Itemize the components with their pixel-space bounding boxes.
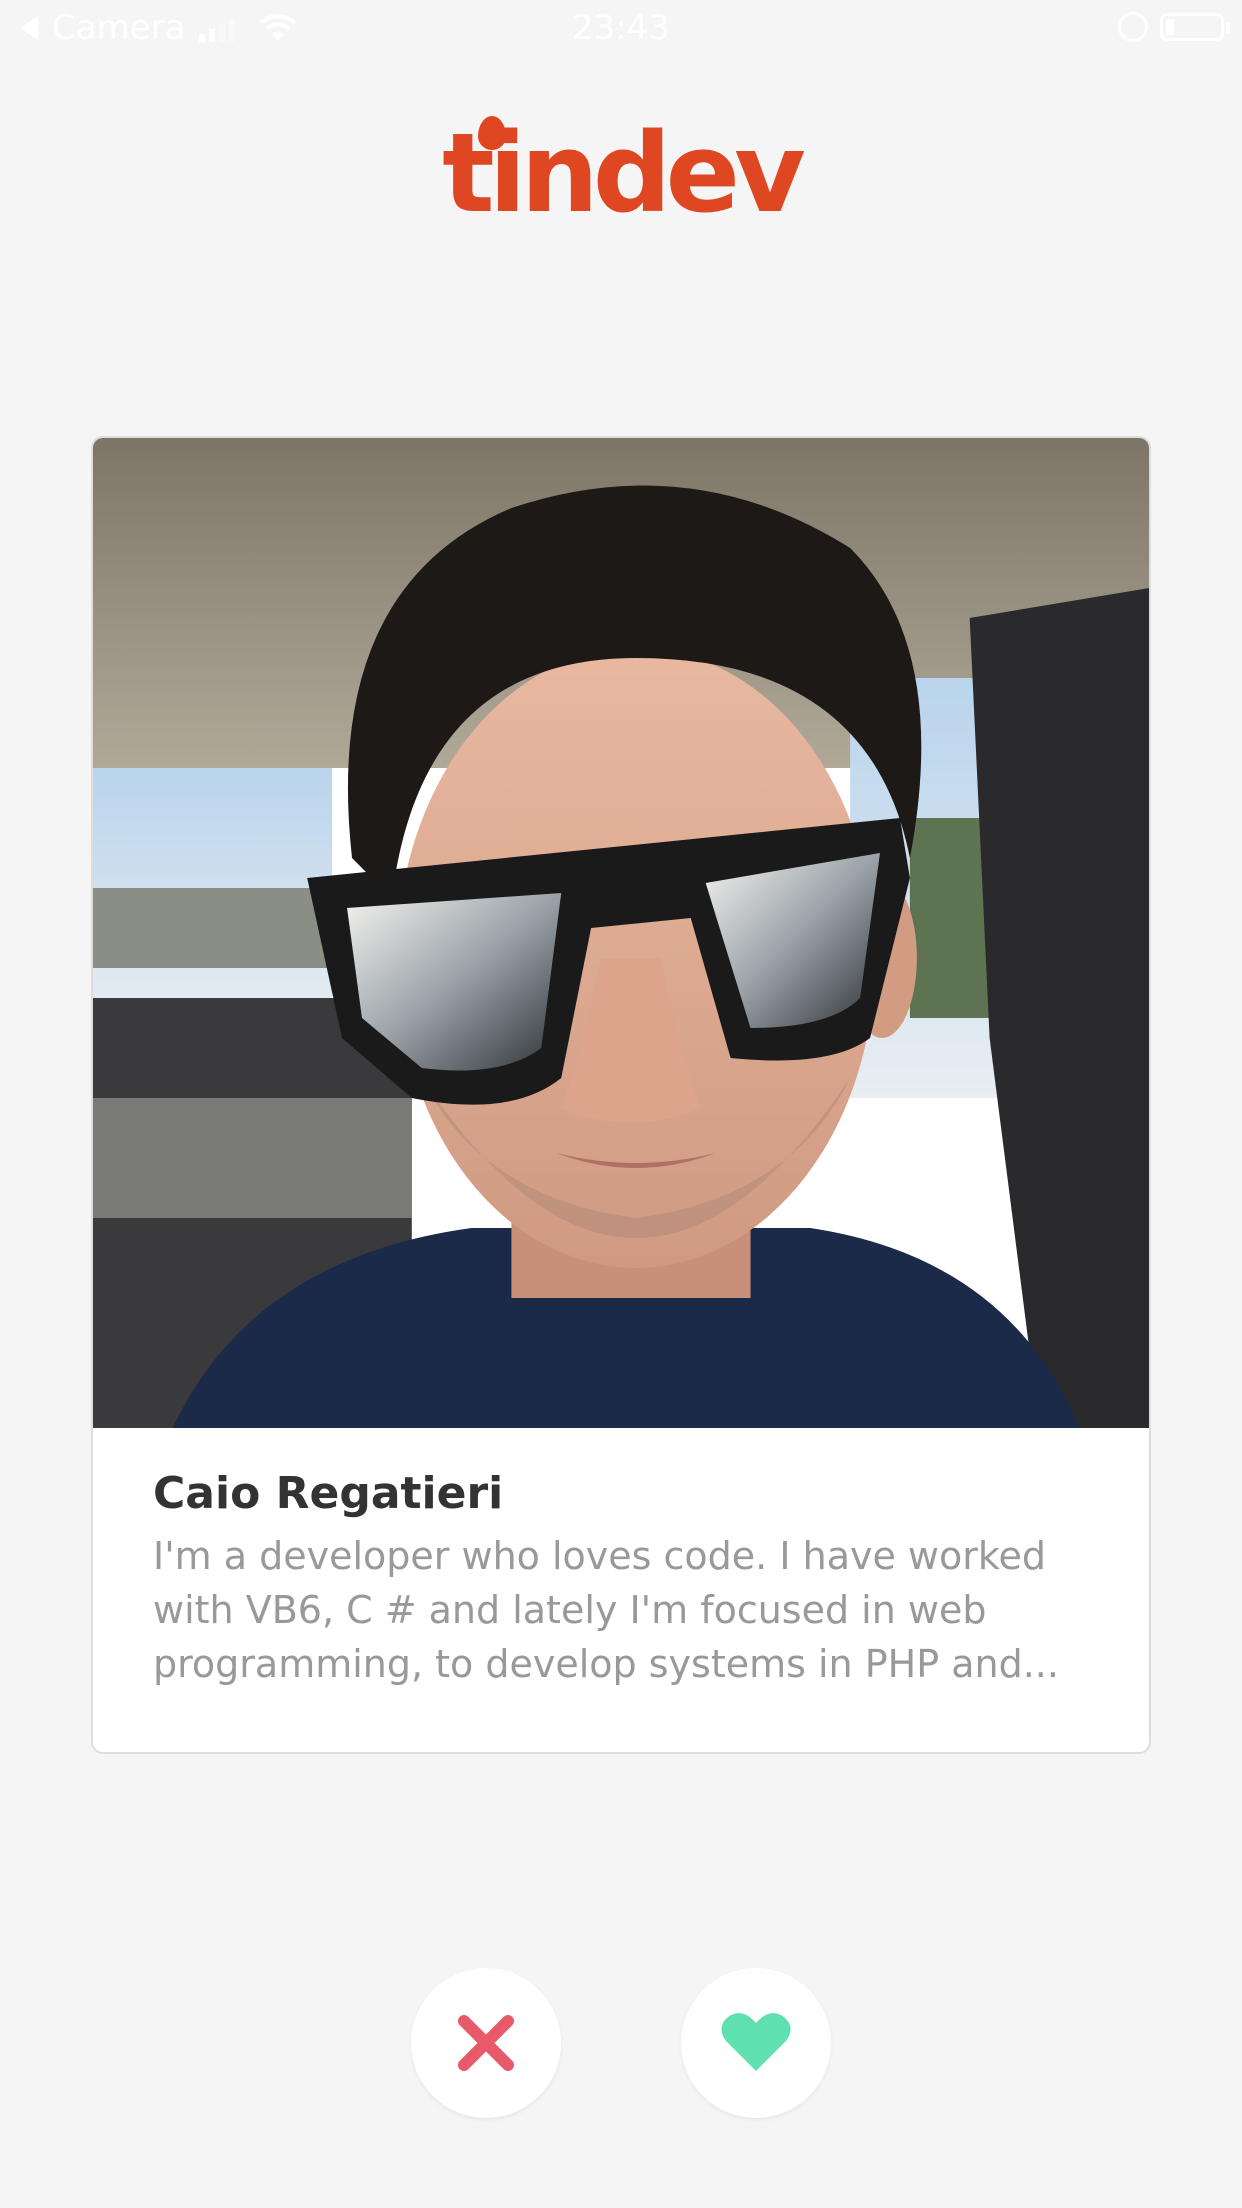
- alarm-icon: [1118, 12, 1148, 42]
- profile-photo: [93, 438, 1149, 1428]
- close-icon: [458, 2015, 514, 2071]
- status-time: 23:43: [572, 8, 670, 48]
- heart-icon: [721, 2013, 791, 2071]
- status-bar-right: [1118, 12, 1230, 42]
- profile-bio: I'm a developer who loves code. I have w…: [153, 1534, 1059, 1686]
- battery-icon: [1160, 13, 1230, 41]
- logo-wordmark: tindev: [442, 116, 806, 228]
- flame-icon: [478, 116, 507, 150]
- status-bar: Camera 23:43: [0, 0, 1242, 60]
- dislike-button[interactable]: [411, 1968, 561, 2118]
- card-info: Caio Regatieri I'm a developer who loves…: [93, 1428, 1149, 1731]
- profile-name: Caio Regatieri: [153, 1468, 504, 1519]
- action-bar: [0, 1968, 1242, 2118]
- profile-card[interactable]: Caio Regatieri I'm a developer who loves…: [91, 436, 1151, 1754]
- app-logo: tindev: [0, 116, 1242, 228]
- like-button[interactable]: [681, 1968, 831, 2118]
